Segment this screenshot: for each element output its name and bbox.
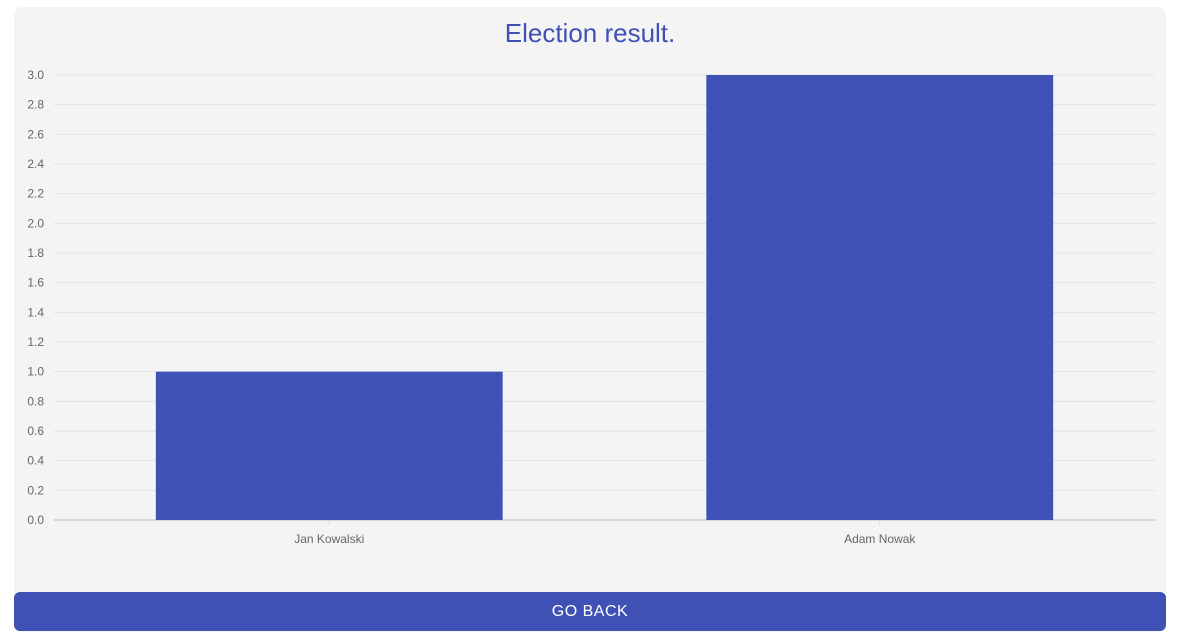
bar[interactable] (155, 371, 503, 520)
x-tick-label: Adam Nowak (844, 532, 916, 546)
y-tick-label: 1.8 (27, 246, 44, 260)
y-tick-label: 0.4 (27, 454, 44, 468)
go-back-button[interactable]: GO BACK (14, 592, 1166, 631)
y-tick-label: 1.0 (27, 365, 44, 379)
y-tick-label: 2.4 (27, 157, 44, 171)
y-tick-label: 2.2 (27, 187, 44, 201)
y-tick-label: 3.0 (27, 68, 44, 82)
y-tick-label: 2.6 (27, 127, 44, 141)
y-tick-label: 2.0 (27, 216, 44, 230)
y-tick-label: 0.2 (27, 483, 44, 497)
bar[interactable] (706, 75, 1054, 520)
y-tick-label: 1.2 (27, 335, 44, 349)
y-tick-label: 0.8 (27, 394, 44, 408)
x-tick-label: Jan Kowalski (294, 532, 364, 546)
y-tick-label: 1.4 (27, 305, 44, 319)
y-tick-label: 0.0 (27, 513, 44, 527)
y-tick-label: 2.8 (27, 98, 44, 112)
y-tick-label: 0.6 (27, 424, 44, 438)
y-tick-label: 1.6 (27, 276, 44, 290)
bar-chart: 0.0 0.2 0.4 0.6 0.8 1.0 1.2 1.4 1.6 1.8 2.0 2.2 2.4 2… (27, 68, 1155, 546)
